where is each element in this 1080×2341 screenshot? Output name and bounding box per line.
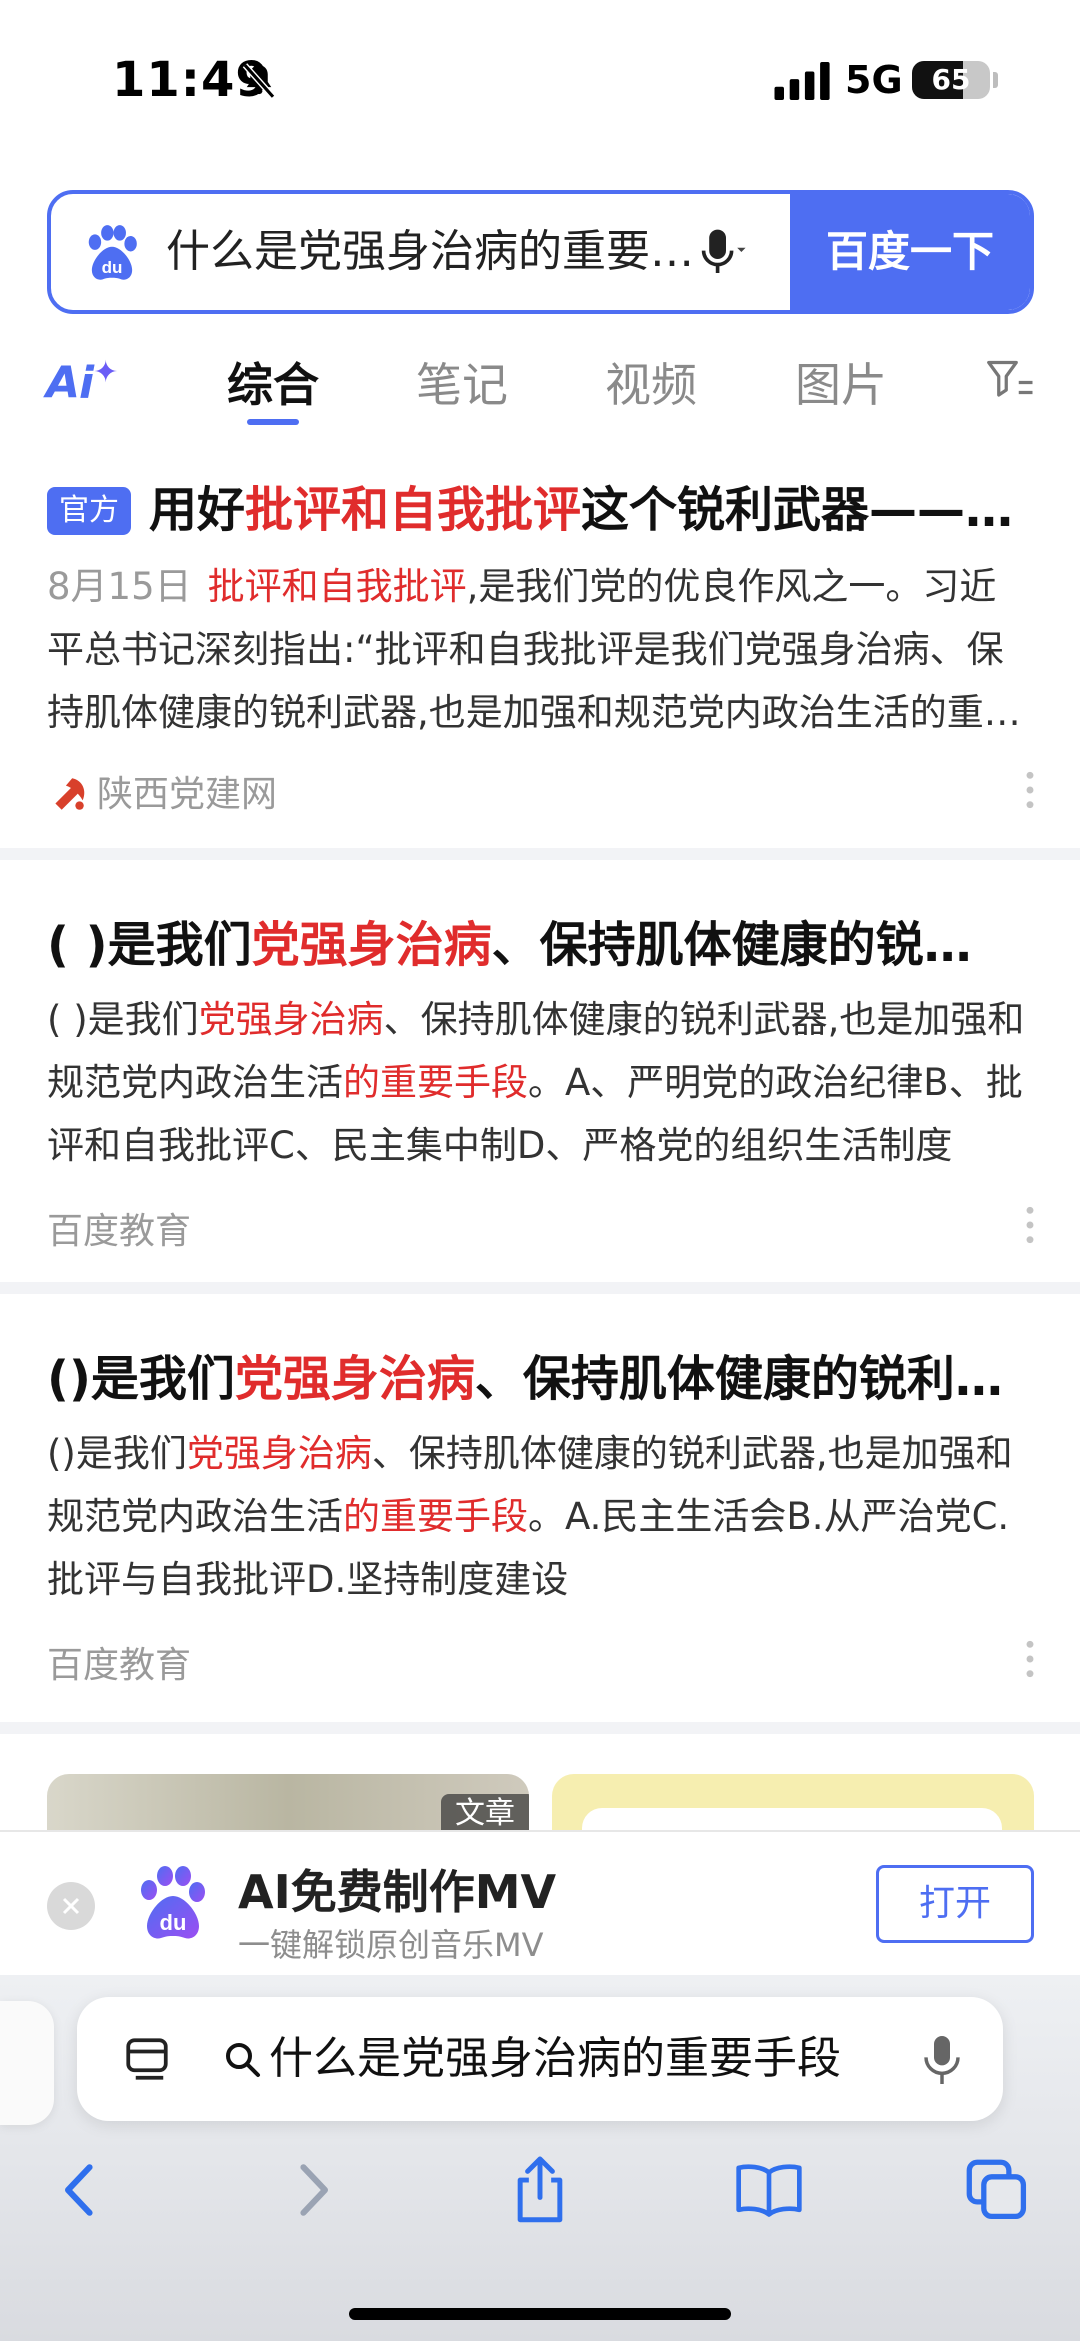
search-result-3[interactable]: ()是我们党强身治病、保持肌体健康的锐利武器,也是加强和规范党内政治生活的重要手… xyxy=(0,1294,1080,1722)
baidu-app-icon: du xyxy=(141,1866,205,1939)
network-label: 5G xyxy=(845,58,903,102)
app-name: AI免费制作MV xyxy=(238,1865,557,1919)
search-result-1[interactable]: 官方用好批评和自我批评这个锐利武器——以党的自我革命引领社会革命 8月15日批评… xyxy=(0,450,1080,848)
previous-tab-preview[interactable] xyxy=(0,2001,54,2125)
battery-cap xyxy=(993,72,998,88)
tab-ai[interactable]: Ai✦ xyxy=(46,355,118,409)
tab-images[interactable]: 图片 xyxy=(795,349,887,415)
search-button[interactable]: 百度一下 xyxy=(790,194,1030,310)
highlighted-text: 党强身治病 xyxy=(234,1351,475,1407)
more-options-icon[interactable] xyxy=(1022,1205,1038,1245)
address-text[interactable]: 什么是党强身治病的重要手段 xyxy=(269,1997,841,2121)
highlighted-text: 党强身治病 xyxy=(198,998,384,1041)
tab-notes[interactable]: 笔记 xyxy=(416,349,508,415)
chevron-right-icon xyxy=(300,2164,328,2216)
page-menu-icon[interactable] xyxy=(122,2034,172,2084)
app-subtitle: 一键解锁原创音乐MV xyxy=(238,1926,544,1964)
browser-nav-row xyxy=(0,2145,1080,2245)
tabs-icon xyxy=(966,2159,1027,2220)
text-fragment: ( )是我们 xyxy=(47,998,199,1041)
tab-videos[interactable]: 视频 xyxy=(605,349,697,415)
home-indicator xyxy=(349,2308,731,2320)
tabs-button[interactable] xyxy=(952,2145,1042,2235)
app-download-banner: du AI免费制作MV 一键解锁原创音乐MV 打开 xyxy=(0,1830,1080,1975)
content-card[interactable] xyxy=(552,1774,1034,1834)
result-divider xyxy=(0,1282,1080,1294)
search-input[interactable]: 什么是党强身治病的重要手段 xyxy=(166,194,726,310)
highlighted-text: 的重要手段 xyxy=(343,1495,528,1538)
highlighted-text: 批评和自我批评 xyxy=(207,565,467,608)
result-snippet: ()是我们党强身治病、保持肌体健康的锐利武器,也是加强和规范党内政治生活的重要手… xyxy=(47,1422,1032,1611)
svg-text:du: du xyxy=(102,258,123,277)
result-snippet: ( )是我们党强身治病、保持肌体健康的锐利武器,也是加强和规范党内政治生活的重要… xyxy=(47,988,1032,1177)
result-tabs: Ai✦ 综合 笔记 视频 图片 xyxy=(0,335,1080,435)
bell-muted-icon xyxy=(242,63,276,99)
card-type-tag: 文章 xyxy=(441,1794,529,1834)
text-fragment: 这个锐利武器——以党的自我革命引领社会革命 xyxy=(581,482,1032,538)
result-divider xyxy=(0,1722,1080,1734)
party-emblem-icon xyxy=(55,778,85,810)
text-fragment: ,是我们党的优良作风之一。习近平总书记深刻指出:“批评和自我批评是我们党强身治病… xyxy=(47,565,1021,734)
tab-comprehensive[interactable]: 综合 xyxy=(227,349,319,415)
open-app-button[interactable]: 打开 xyxy=(876,1865,1034,1943)
share-button[interactable] xyxy=(495,2145,585,2235)
baidu-paw-logo: du xyxy=(88,225,137,280)
tab-ai-label: Ai xyxy=(46,357,94,409)
status-bar: 11:49 5G 65 xyxy=(0,0,1080,160)
browser-toolbar: 什么是党强身治病的重要手段 xyxy=(0,1975,1080,2341)
text-fragment: 用好 xyxy=(149,482,246,538)
battery-indicator: 65 xyxy=(912,61,990,99)
microphone-icon[interactable] xyxy=(922,2033,962,2087)
sparkle-icon: ✦ xyxy=(93,355,118,390)
text-fragment: ()是我们 xyxy=(47,1351,235,1407)
text-fragment: ()是我们 xyxy=(47,1432,187,1475)
back-button[interactable] xyxy=(35,2145,125,2235)
text-fragment: 、保持肌体健康的锐利武器,也是加强和规范党内政治生活的重要手段 xyxy=(491,917,1002,973)
chevron-left-icon xyxy=(65,2164,93,2216)
result-snippet: 8月15日 批评和自我批评,是我们党的优良作风之一。习近平总书记深刻指出:“批评和… xyxy=(47,555,1032,744)
result-source[interactable]: 百度教育 xyxy=(47,1202,191,1254)
bookmarks-button[interactable] xyxy=(724,2145,814,2235)
more-options-icon[interactable] xyxy=(1022,1639,1038,1679)
result-title[interactable]: ( )是我们党强身治病、保持肌体健康的锐利武器,也是加强和规范党内政治生活的重要… xyxy=(47,905,1002,975)
highlighted-text: 党强身治病 xyxy=(186,1432,372,1475)
highlighted-text: 批评和自我批评 xyxy=(245,482,582,538)
result-divider xyxy=(0,848,1080,860)
svg-text:du: du xyxy=(160,1910,187,1935)
filter-icon[interactable] xyxy=(985,355,1035,405)
result-source[interactable]: 陕西党建网 xyxy=(47,765,277,817)
text-fragment: ( )是我们 xyxy=(47,917,252,973)
close-banner-button[interactable] xyxy=(47,1882,95,1930)
book-icon xyxy=(736,2164,802,2217)
search-box: du 什么是党强身治病的重要手段 百度一下 xyxy=(47,190,1034,314)
result-title[interactable]: 官方用好批评和自我批评这个锐利武器——以党的自我革命引领社会革命 xyxy=(47,470,1032,540)
result-title[interactable]: ()是我们党强身治病、保持肌体健康的锐利武器,也是加强和规范党内政治生活的重要手… xyxy=(47,1339,1032,1409)
result-source-label: 陕西党建网 xyxy=(97,774,278,815)
highlighted-text: 党强身治病 xyxy=(251,917,492,973)
battery-level: 65 xyxy=(931,63,971,96)
forward-button[interactable] xyxy=(268,2145,358,2235)
result-source[interactable]: 百度教育 xyxy=(47,1636,191,1688)
highlighted-text: 的重要手段 xyxy=(343,1061,528,1104)
text-fragment: 、保持肌体健康的锐利武器,也是加强和规范党内政治生活的重要手段 xyxy=(474,1351,1032,1407)
result-date: 8月15日 xyxy=(47,565,192,608)
official-badge: 官方 xyxy=(47,487,131,535)
more-options-icon[interactable] xyxy=(1022,770,1038,810)
search-icon xyxy=(226,2043,260,2077)
close-icon xyxy=(62,1897,80,1915)
address-bar[interactable]: 什么是党强身治病的重要手段 xyxy=(77,1997,1003,2121)
article-card[interactable]: 文章 xyxy=(47,1774,529,1834)
search-result-2[interactable]: ( )是我们党强身治病、保持肌体健康的锐利武器,也是加强和规范党内政治生活的重要… xyxy=(0,860,1080,1282)
signal-icon xyxy=(774,62,830,100)
share-icon xyxy=(517,2156,563,2223)
voice-search-icon[interactable] xyxy=(691,224,747,280)
active-tab-indicator xyxy=(247,419,299,425)
